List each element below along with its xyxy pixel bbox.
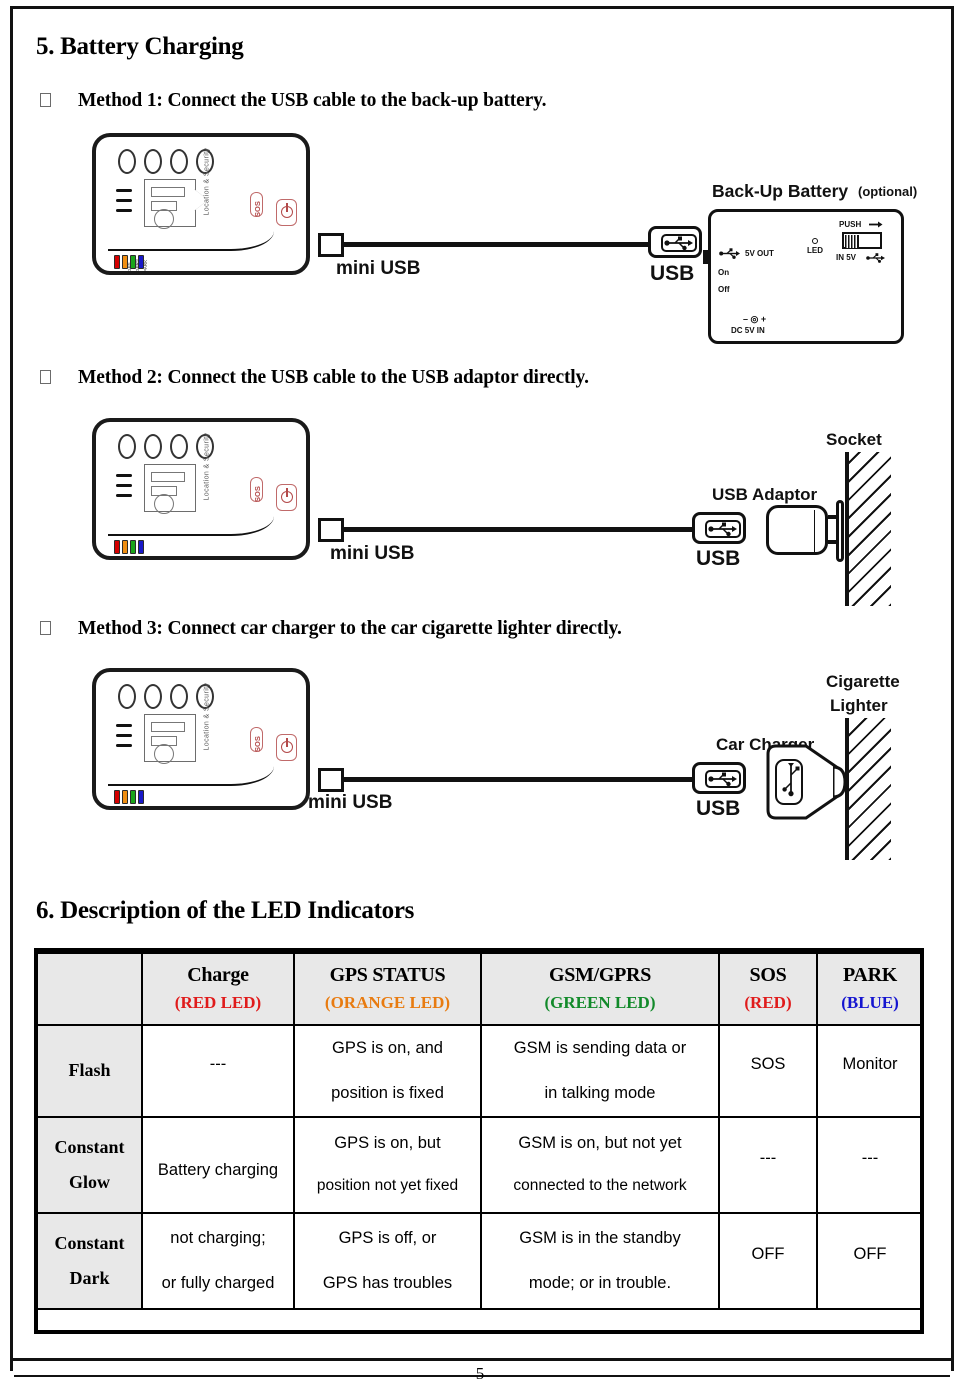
- header-sos-color: (RED): [744, 993, 792, 1012]
- cell-glow-gps: GPS is on, but position not yet fixed: [293, 1115, 482, 1214]
- speaker-hole-icon: [118, 684, 136, 709]
- device-divider-curve: [226, 764, 274, 786]
- row-mode-constant-glow: Constant Glow: [36, 1115, 143, 1214]
- speaker-hole-icon: [170, 684, 188, 709]
- cell-glow-gsm: GSM is on, but not yet connected to the …: [480, 1115, 720, 1214]
- header-park-name: PARK: [843, 964, 897, 986]
- table-outer-border-bottom: [34, 1330, 924, 1334]
- header-charge-color: (RED LED): [174, 993, 262, 1012]
- table-row: Constant Glow Battery charging GPS is on…: [36, 1115, 924, 1214]
- cell-flash-sos: SOS: [718, 1023, 818, 1118]
- header-cell-gps-status: GPS STATUS (ORANGE LED): [293, 952, 482, 1026]
- cell-flash-charge: ---: [141, 1023, 295, 1118]
- diagram-method-3: Location & Security SOS mini USB USB Car…: [0, 0, 960, 880]
- led-chip-orange-icon: [122, 790, 128, 804]
- cell-glow-park: ---: [816, 1115, 924, 1214]
- speaker-hole-icon: [144, 684, 162, 709]
- table-outer-border-top: [34, 948, 924, 952]
- usb-label: USB: [696, 797, 741, 820]
- led-chip-red-icon: [114, 790, 120, 804]
- power-button-icon: [276, 734, 297, 761]
- header-gsm-name: GSM/GPRS: [548, 964, 652, 986]
- mini-usb-connector: [318, 768, 344, 792]
- header-cell-blank: [36, 952, 143, 1026]
- device-divider: [108, 784, 228, 787]
- table-row: Flash --- GPS is on, and position is fix…: [36, 1023, 924, 1118]
- cell-glow-charge: Battery charging: [141, 1115, 295, 1214]
- brand-logo-detail: [151, 722, 185, 732]
- usb-trident-icon: [708, 772, 737, 786]
- cell-flash-gsm: GSM is sending data or in talking mode: [480, 1023, 720, 1118]
- cell-dark-gps: GPS is off, or GPS has troubles: [293, 1211, 482, 1310]
- menu-bar-icon: [116, 744, 132, 747]
- header-cell-gsm-gprs: GSM/GPRS (GREEN LED): [480, 952, 720, 1026]
- sos-button-label: SOS: [253, 736, 262, 752]
- header-cell-sos: SOS (RED): [718, 952, 818, 1026]
- led-indicator-table: Charge (RED LED) GPS STATUS (ORANGE LED)…: [36, 952, 924, 1310]
- menu-bar-icon: [116, 724, 132, 727]
- sos-button-icon: SOS: [250, 727, 263, 752]
- page-border-bottom: [10, 1358, 954, 1361]
- usb-port-trident-icon: [782, 763, 800, 797]
- cigarette-lighter-label-line1: Cigarette: [826, 672, 900, 691]
- header-gps-color: (ORANGE LED): [324, 993, 451, 1012]
- wall-hatching: [849, 718, 891, 860]
- header-sos-name: SOS: [749, 964, 787, 986]
- table-header-row: Charge (RED LED) GPS STATUS (ORANGE LED)…: [36, 952, 924, 1026]
- power-stem-icon: [286, 738, 289, 747]
- gps-tracker-device: Location & Security SOS: [92, 668, 310, 810]
- header-cell-charge: Charge (RED LED): [141, 952, 295, 1026]
- table-outer-border-left: [34, 948, 38, 1334]
- led-chip-blue-icon: [138, 790, 144, 804]
- header-charge-name: Charge: [187, 964, 249, 986]
- table-row: Constant Dark not charging; or fully cha…: [36, 1211, 924, 1310]
- cell-flash-gps: GPS is on, and position is fixed: [293, 1023, 482, 1118]
- document-page: 5. Battery Charging Method 1: Connect th…: [0, 0, 960, 1391]
- cell-dark-gsm: GSM is in the standby mode; or in troubl…: [480, 1211, 720, 1310]
- header-park-color: (BLUE): [841, 993, 899, 1012]
- row-mode-constant-dark: Constant Dark: [36, 1211, 143, 1310]
- usb-a-connector: [692, 762, 746, 794]
- page-number: 5: [475, 1364, 485, 1383]
- cell-flash-park: Monitor: [816, 1023, 924, 1118]
- header-cell-park: PARK (BLUE): [816, 952, 924, 1026]
- table-outer-border-right: [920, 948, 924, 1334]
- header-gps-name: GPS STATUS: [329, 964, 446, 986]
- led-chip-green-icon: [130, 790, 136, 804]
- menu-bar-icon: [116, 734, 132, 737]
- mini-usb-label: mini USB: [308, 792, 393, 813]
- usb-cable: [344, 777, 696, 782]
- led-indicator-strip: [114, 790, 144, 804]
- header-gsm-color: (GREEN LED): [544, 993, 656, 1012]
- section-heading-led-indicators: 6. Description of the LED Indicators: [36, 897, 415, 924]
- row-mode-flash: Flash: [36, 1023, 143, 1118]
- cell-dark-park: OFF: [816, 1211, 924, 1310]
- cigarette-lighter-label-line2: Lighter: [830, 696, 888, 715]
- brand-logo-text: Location & Security: [203, 682, 211, 751]
- cell-dark-charge: not charging; or fully charged: [141, 1211, 295, 1310]
- cell-glow-sos: ---: [718, 1115, 818, 1214]
- brand-logo-circle: [154, 744, 174, 764]
- cell-dark-sos: OFF: [718, 1211, 818, 1310]
